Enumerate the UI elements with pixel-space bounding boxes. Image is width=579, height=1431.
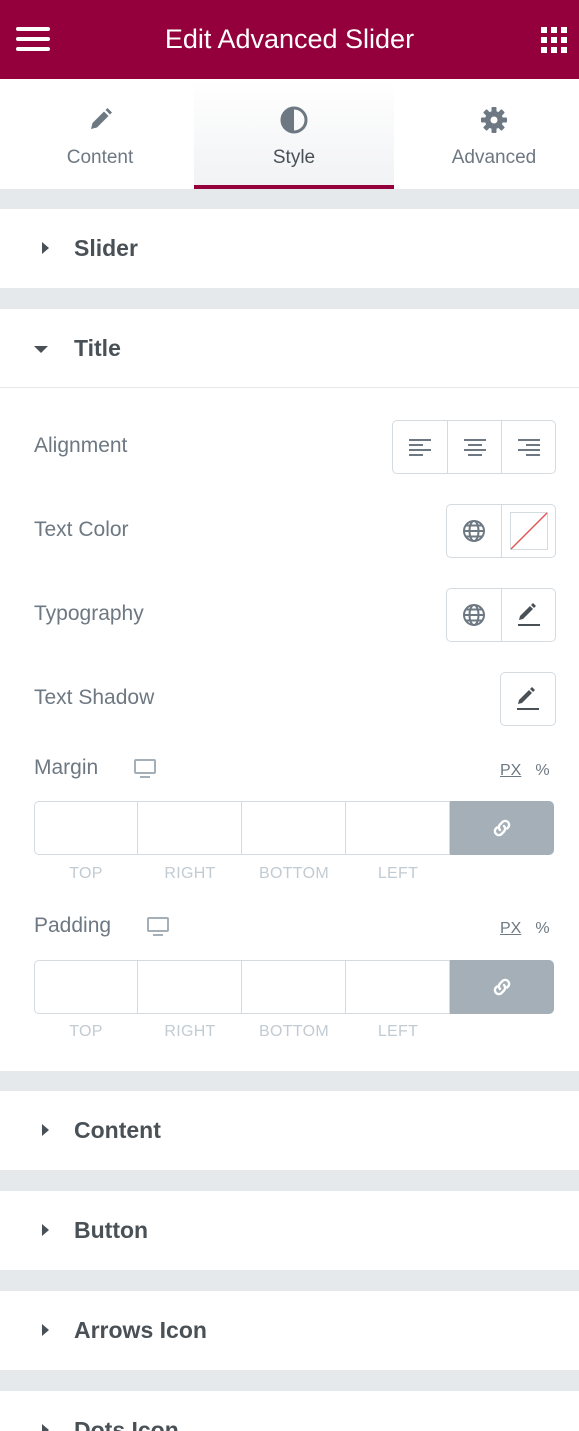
no-color-swatch-icon xyxy=(509,512,548,550)
padding-top-label: TOP xyxy=(69,1023,103,1040)
padding-left-label: LEFT xyxy=(377,1023,419,1040)
margin-top-input[interactable] xyxy=(34,801,138,855)
margin-left-label: LEFT xyxy=(377,865,419,882)
pencil-icon xyxy=(91,108,112,129)
padding-top-input[interactable] xyxy=(34,960,138,1014)
padding-field-labels: TOP RIGHT BOTTOM LEFT xyxy=(34,1023,450,1041)
tab-label: Style xyxy=(272,147,316,168)
half-circle-contrast-icon xyxy=(280,106,308,134)
unit-px-option[interactable]: PX xyxy=(500,762,521,779)
align-center-icon xyxy=(463,439,486,456)
section-slider[interactable]: Slider xyxy=(0,209,579,288)
margin-top-label: TOP xyxy=(69,865,103,882)
padding-right-input[interactable] xyxy=(138,960,242,1014)
section-title: Dots Icon xyxy=(74,1417,179,1431)
panel-tabs: Content Style Advanced xyxy=(0,79,579,189)
alignment-choices xyxy=(392,420,556,474)
align-left-button[interactable] xyxy=(393,421,447,473)
globe-icon xyxy=(463,520,485,542)
caret-right-icon xyxy=(42,1124,49,1136)
tab-style[interactable]: Style xyxy=(194,79,394,189)
globe-icon xyxy=(463,604,485,626)
align-center-button[interactable] xyxy=(447,421,501,473)
unit-percent-option[interactable]: % xyxy=(535,762,549,779)
section-title: Content xyxy=(74,1117,161,1143)
margin-label: Margin xyxy=(34,756,99,779)
tab-advanced[interactable]: Advanced xyxy=(394,79,579,189)
section-content[interactable]: Content xyxy=(0,1091,579,1170)
caret-right-icon xyxy=(42,1324,49,1336)
caret-right-icon xyxy=(42,1424,49,1431)
margin-bottom-input[interactable] xyxy=(242,801,346,855)
panel-title: Edit Advanced Slider xyxy=(164,24,415,54)
pencil-edit-icon xyxy=(517,687,539,710)
caret-right-icon xyxy=(42,1224,49,1236)
global-color-button[interactable] xyxy=(447,505,501,557)
section-arrows-icon[interactable]: Arrows Icon xyxy=(0,1291,579,1370)
section-title-header[interactable]: Title xyxy=(0,309,579,388)
section-title: Slider xyxy=(74,235,138,261)
gear-icon xyxy=(481,107,507,133)
padding-right-label: RIGHT xyxy=(164,1023,216,1040)
text-shadow-label: Text Shadow xyxy=(34,686,155,709)
alignment-label: Alignment xyxy=(34,434,128,457)
section-title: Arrows Icon xyxy=(74,1317,207,1343)
section-title: Title xyxy=(74,335,121,361)
section-button[interactable]: Button xyxy=(0,1191,579,1270)
margin-bottom-label: BOTTOM xyxy=(259,865,329,882)
align-right-icon xyxy=(517,439,540,456)
edit-typography-button[interactable] xyxy=(501,589,555,641)
section-title: Button xyxy=(74,1217,149,1243)
global-typography-button[interactable] xyxy=(447,589,501,641)
margin-field-labels: TOP RIGHT BOTTOM LEFT xyxy=(34,865,450,883)
margin-right-input[interactable] xyxy=(138,801,242,855)
padding-bottom-input[interactable] xyxy=(242,960,346,1014)
unit-px-option[interactable]: PX xyxy=(500,920,521,937)
link-icon xyxy=(493,819,511,837)
typography-controls xyxy=(446,588,556,642)
editor-header: Edit Advanced Slider xyxy=(0,0,579,79)
text-color-label: Text Color xyxy=(34,518,129,541)
align-right-button[interactable] xyxy=(501,421,555,473)
padding-label: Padding xyxy=(34,914,112,937)
text-shadow-controls xyxy=(500,672,556,726)
padding-units: PX% xyxy=(500,920,550,938)
link-values-button[interactable] xyxy=(450,801,554,855)
pencil-edit-icon xyxy=(517,603,540,626)
section-dots-icon[interactable]: Dots Icon xyxy=(0,1391,579,1431)
desktop-icon[interactable] xyxy=(146,916,170,938)
title-section-controls: Alignment Text Color Typography Text Sha… xyxy=(0,387,579,1071)
typography-label: Typography xyxy=(34,602,144,625)
margin-right-label: RIGHT xyxy=(164,865,216,882)
padding-dimensions xyxy=(34,960,554,1014)
align-left-icon xyxy=(409,439,431,456)
caret-down-icon xyxy=(34,346,48,353)
unit-percent-option[interactable]: % xyxy=(535,920,549,937)
padding-bottom-label: BOTTOM xyxy=(259,1023,329,1040)
edit-text-shadow-button[interactable] xyxy=(501,673,555,725)
desktop-icon[interactable] xyxy=(133,758,157,780)
grid-apps-icon[interactable] xyxy=(541,27,567,53)
link-icon xyxy=(493,978,511,996)
margin-left-input[interactable] xyxy=(346,801,450,855)
caret-right-icon xyxy=(42,242,49,254)
link-values-button[interactable] xyxy=(450,960,554,1014)
tab-content[interactable]: Content xyxy=(0,79,200,189)
tab-label: Content xyxy=(66,147,134,168)
padding-left-input[interactable] xyxy=(346,960,450,1014)
color-picker-swatch[interactable] xyxy=(501,505,555,557)
margin-dimensions xyxy=(34,801,554,855)
text-color-controls xyxy=(446,504,556,558)
tab-label: Advanced xyxy=(451,147,537,168)
margin-units: PX% xyxy=(500,762,550,780)
